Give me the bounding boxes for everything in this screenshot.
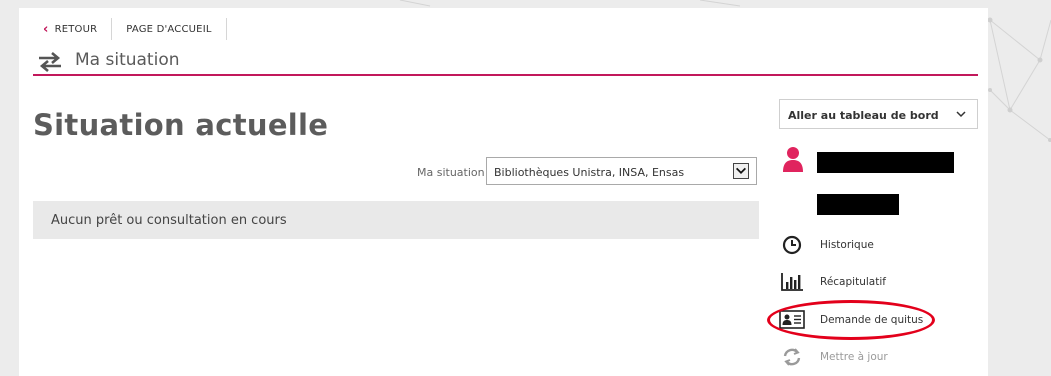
chevron-left-icon: ‹ (43, 21, 49, 37)
sidebar-item-label: Récapitulatif (820, 276, 886, 288)
bar-chart-icon (779, 271, 805, 293)
refresh-icon (779, 346, 805, 368)
sidebar-item-label: Historique (820, 239, 874, 251)
situation-label: Ma situation (417, 166, 485, 179)
swap-arrows-icon (39, 52, 61, 72)
dashboard-select-label: Aller au tableau de bord (788, 109, 939, 122)
section-header: Ma situation (33, 48, 978, 76)
section-title: Ma situation (75, 50, 180, 70)
user-icon (783, 147, 803, 172)
chevron-down-icon (956, 111, 966, 118)
home-link[interactable]: PAGE D'ACCUEIL (112, 18, 227, 40)
situation-select-value: Bibliothèques Unistra, INSA, Ensas (494, 166, 685, 179)
clock-icon (779, 234, 805, 256)
annotation-highlight-oval (767, 300, 935, 340)
home-link-label: PAGE D'ACCUEIL (126, 23, 212, 35)
content-panel: ‹ RETOUR PAGE D'ACCUEIL Ma situation Sit… (19, 8, 988, 376)
sidebar-item-label: Mettre à jour (820, 351, 888, 363)
redacted-user-id (817, 194, 899, 215)
redacted-user-name (817, 152, 954, 173)
back-link[interactable]: ‹ RETOUR (33, 18, 113, 40)
sidebar-item-historique[interactable]: Historique (779, 233, 874, 257)
page-title: Situation actuelle (33, 108, 329, 142)
notice-text: Aucun prêt ou consultation en cours (51, 213, 287, 228)
sidebar-item-mettre-a-jour[interactable]: Mettre à jour (779, 345, 888, 369)
dashboard-select[interactable]: Aller au tableau de bord (779, 99, 978, 129)
empty-loans-notice: Aucun prêt ou consultation en cours (33, 201, 759, 239)
sidebar-item-recapitulatif[interactable]: Récapitulatif (779, 270, 886, 294)
dropdown-arrow-icon (733, 163, 749, 179)
back-link-label: RETOUR (54, 23, 98, 35)
situation-select[interactable]: Bibliothèques Unistra, INSA, Ensas (486, 157, 757, 185)
top-navigation: ‹ RETOUR PAGE D'ACCUEIL (33, 18, 227, 40)
